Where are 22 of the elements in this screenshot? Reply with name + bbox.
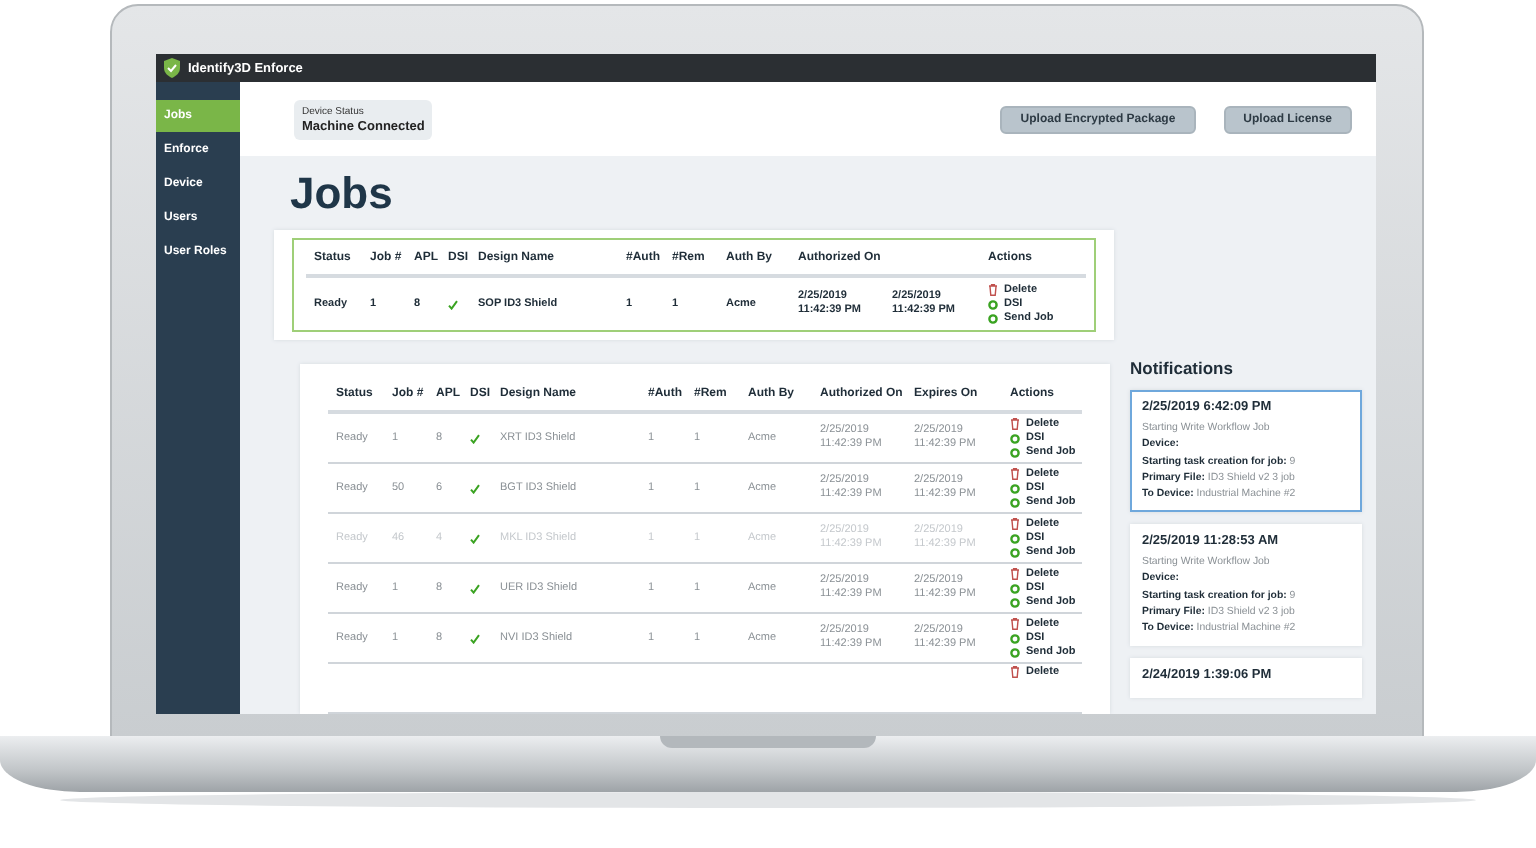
circle-icon [1010,583,1020,593]
circle-icon [1010,647,1020,658]
circle-icon [1010,533,1020,543]
circle-icon [988,299,998,309]
trash-icon [1010,665,1020,678]
circle-icon [1010,433,1020,443]
shield-icon [164,58,180,78]
circle-icon [1010,633,1020,643]
circle-icon [1010,447,1020,458]
trash-icon [1010,617,1020,630]
trash-icon [1010,417,1020,430]
page-title: Jobs [290,172,393,216]
circle-icon [1010,547,1020,558]
trash-icon [1010,517,1020,530]
circle-icon [1010,597,1020,608]
panel-title: Notifications [1130,358,1235,378]
circle-icon [988,313,998,324]
trash-icon [988,283,998,296]
trash-icon [1010,467,1020,480]
circle-icon [1010,483,1020,493]
trash-icon [1010,567,1020,580]
circle-icon [1010,497,1020,508]
